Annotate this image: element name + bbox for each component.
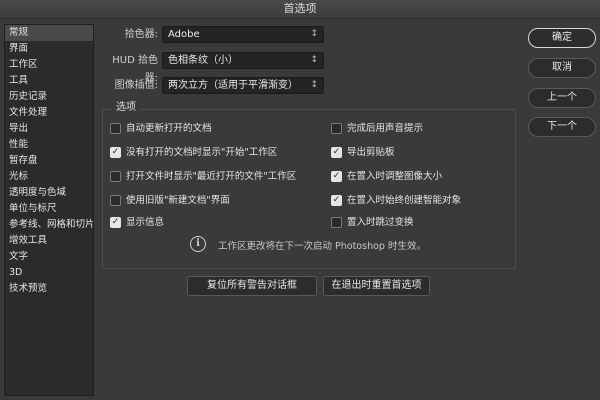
info-icon: i [190,236,206,252]
sidebar-item-interface[interactable]: 界面 [5,41,93,57]
sidebar-item-guides-grid-slices[interactable]: 参考线、网格和切片 [5,217,93,233]
chevron-updown-icon: ↕ [310,80,318,90]
checkbox-label: 在置入时调整图像大小 [347,171,443,182]
image-interpolation-label: 图像插值: [114,80,158,91]
hud-color-picker-value: 色相条纹（小） [168,55,238,66]
checkbox-label: 置入时跳过变换 [347,217,414,228]
sidebar-item-cursors[interactable]: 光标 [5,169,93,185]
chevron-updown-icon: ↕ [310,29,318,39]
sidebar: 常规 界面 工作区 工具 历史记录 文件处理 导出 性能 暂存盘 光标 透明度与… [4,24,94,396]
checkbox-box[interactable] [110,171,121,182]
sidebar-item-history[interactable]: 历史记录 [5,89,93,105]
sidebar-item-tools[interactable]: 工具 [5,73,93,89]
checkmark-icon[interactable]: ✓ [331,195,342,206]
checkmark-icon[interactable]: ✓ [110,217,121,228]
sidebar-item-3d[interactable]: 3D [5,265,93,281]
checkbox-label: 打开文件时显示"最近打开的文件"工作区 [126,171,297,182]
checkbox-label: 没有打开的文档时显示"开始"工作区 [126,147,278,158]
sidebar-item-export[interactable]: 导出 [5,121,93,137]
ok-button[interactable]: 确定 [528,28,596,48]
image-interpolation-select[interactable]: 两次立方（适用于平滑渐变） ↕ [162,77,324,94]
info-text: 工作区更改将在下一次启动 Photoshop 时生效。 [218,241,426,252]
sidebar-item-transparency-gamut[interactable]: 透明度与色域 [5,185,93,201]
next-button[interactable]: 下一个 [528,117,596,137]
color-picker-value: Adobe [168,29,200,40]
sidebar-item-plugins[interactable]: 增效工具 [5,233,93,249]
image-interpolation-value: 两次立方（适用于平滑渐变） [168,80,298,91]
window-title: 首选项 [0,0,600,19]
sidebar-item-file-handling[interactable]: 文件处理 [5,105,93,121]
color-picker-label: 拾色器: [124,29,158,40]
checkbox-label: 使用旧版"新建文档"界面 [126,195,230,206]
checkmark-icon[interactable]: ✓ [331,147,342,158]
options-legend: 选项 [112,102,140,114]
checkbox-box[interactable] [331,217,342,228]
reset-on-quit-button[interactable]: 在退出时重置首选项 [323,276,430,296]
checkbox-box[interactable] [331,123,342,134]
prev-button[interactable]: 上一个 [528,88,596,108]
sidebar-item-scratch-disks[interactable]: 暂存盘 [5,153,93,169]
sidebar-item-general[interactable]: 常规 [5,25,93,41]
hud-color-picker-select[interactable]: 色相条纹（小） ↕ [162,52,324,69]
checkbox-box[interactable] [110,123,121,134]
cancel-button[interactable]: 取消 [528,58,596,78]
checkbox-box[interactable] [110,195,121,206]
checkbox-label: 显示信息 [126,217,165,228]
checkbox-label: 完成后用声音提示 [347,123,424,134]
checkbox-label: 在置入时始终创建智能对象 [347,195,462,206]
checkbox-label: 导出剪贴板 [347,147,395,158]
sidebar-item-type[interactable]: 文字 [5,249,93,265]
checkmark-icon[interactable]: ✓ [331,171,342,182]
sidebar-item-performance[interactable]: 性能 [5,137,93,153]
color-picker-select[interactable]: Adobe ↕ [162,26,324,43]
sidebar-item-workspace[interactable]: 工作区 [5,57,93,73]
chevron-updown-icon: ↕ [310,55,318,65]
sidebar-item-units-rulers[interactable]: 单位与标尺 [5,201,93,217]
checkmark-icon[interactable]: ✓ [110,147,121,158]
checkbox-label: 自动更新打开的文档 [126,123,212,134]
sidebar-item-tech-previews[interactable]: 技术预览 [5,281,93,297]
reset-warnings-button[interactable]: 复位所有警告对话框 [187,276,317,296]
